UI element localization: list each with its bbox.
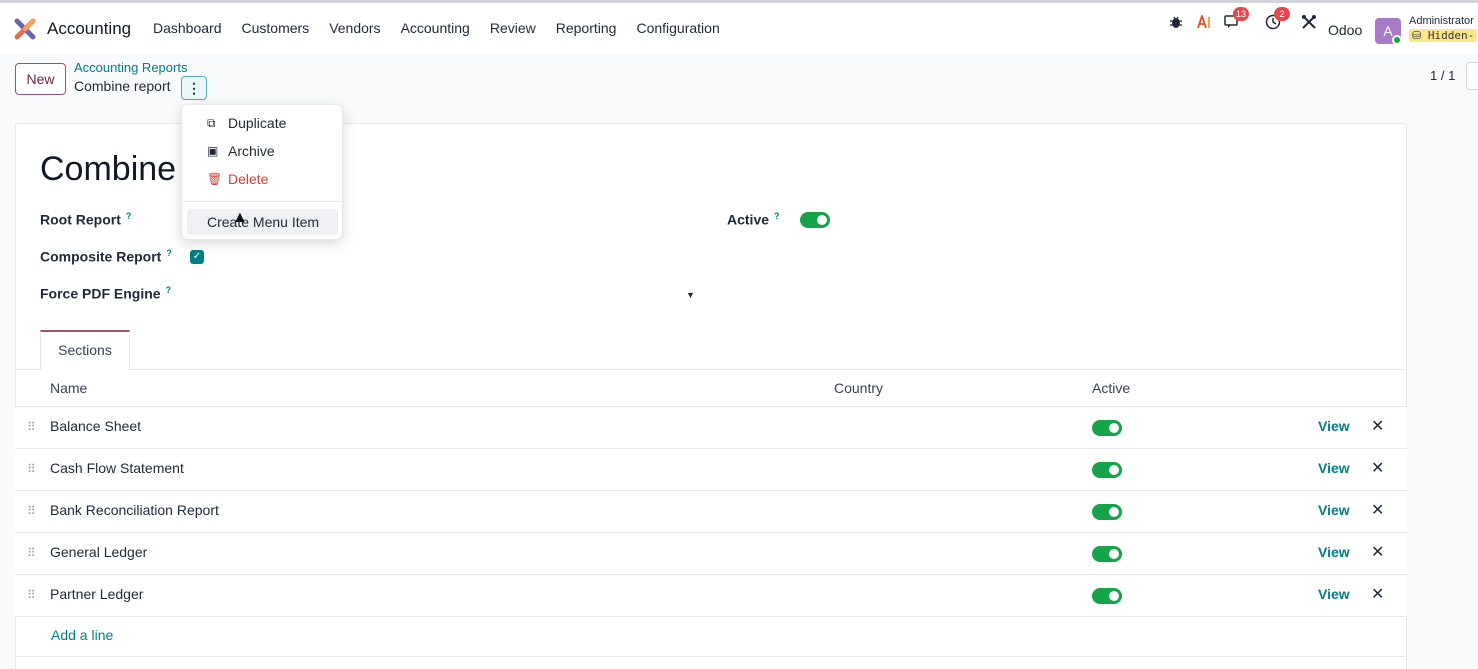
archive-icon: ▣ bbox=[207, 144, 219, 158]
messages-badge: 13 bbox=[1233, 7, 1250, 21]
view-button[interactable]: View bbox=[1318, 460, 1350, 476]
ai-icon[interactable] bbox=[1196, 13, 1214, 31]
menu-review[interactable]: Review bbox=[490, 20, 536, 36]
row-active-toggle[interactable] bbox=[1092, 462, 1122, 478]
table-header: Name Country Active bbox=[15, 370, 1407, 407]
active-label: Active? bbox=[727, 211, 780, 228]
menu-dashboard[interactable]: Dashboard bbox=[153, 20, 222, 36]
drag-handle-icon[interactable]: ⠿ bbox=[27, 420, 36, 434]
section-name[interactable]: Balance Sheet bbox=[50, 418, 141, 434]
section-name[interactable]: General Ledger bbox=[50, 544, 147, 560]
view-button[interactable]: View bbox=[1318, 586, 1350, 602]
delete-row-icon[interactable]: ✕ bbox=[1371, 542, 1384, 562]
help-icon[interactable]: ? bbox=[166, 285, 172, 295]
row-active-toggle[interactable] bbox=[1092, 588, 1122, 604]
force-pdf-engine-label: Force PDF Engine? bbox=[40, 285, 172, 302]
top-navbar: Accounting Dashboard Customers Vendors A… bbox=[0, 0, 1478, 54]
pdf-engine-dropdown-icon[interactable]: ▼ bbox=[686, 290, 695, 300]
table-row[interactable]: ⠿ Cash Flow Statement View ✕ bbox=[15, 449, 1407, 491]
column-active[interactable]: Active bbox=[1092, 380, 1130, 396]
table-row[interactable]: ⠿ Bank Reconciliation Report View ✕ bbox=[15, 491, 1407, 533]
drag-handle-icon[interactable]: ⠿ bbox=[27, 462, 36, 476]
column-country[interactable]: Country bbox=[834, 380, 883, 396]
menu-item-archive[interactable]: ▣ Archive bbox=[182, 139, 342, 165]
bug-icon[interactable] bbox=[1167, 13, 1185, 31]
trash-icon: 🗑 bbox=[207, 172, 223, 186]
copy-icon: ⧉ bbox=[207, 116, 216, 130]
root-report-label: Root Report? bbox=[40, 211, 132, 228]
activities-icon[interactable]: 2 bbox=[1264, 7, 1290, 31]
messages-icon[interactable]: 13 bbox=[1223, 7, 1250, 31]
actions-dropdown: ⧉ Duplicate ▣ Archive 🗑 Delete Create Me… bbox=[181, 104, 343, 240]
table-row[interactable]: ⠿ General Ledger View ✕ bbox=[15, 533, 1407, 575]
breadcrumb-current: Combine report bbox=[74, 78, 171, 94]
actions-menu-button[interactable]: ⋮ bbox=[181, 76, 207, 100]
column-name[interactable]: Name bbox=[50, 380, 87, 396]
drag-handle-icon[interactable]: ⠿ bbox=[27, 504, 36, 518]
menu-customers[interactable]: Customers bbox=[242, 20, 310, 36]
help-icon[interactable]: ? bbox=[166, 248, 172, 258]
add-line-link[interactable]: Add a line bbox=[51, 627, 113, 643]
drag-handle-icon[interactable]: ⠿ bbox=[27, 588, 36, 602]
dropdown-divider bbox=[182, 201, 342, 202]
help-icon[interactable]: ? bbox=[774, 211, 780, 221]
company-switcher[interactable]: Odoo bbox=[1328, 22, 1362, 38]
menu-configuration[interactable]: Configuration bbox=[636, 20, 719, 36]
view-button[interactable]: View bbox=[1318, 418, 1350, 434]
menu-vendors[interactable]: Vendors bbox=[329, 20, 380, 36]
breadcrumb-accounting-reports[interactable]: Accounting Reports bbox=[74, 60, 187, 75]
menu-item-create-menu-item[interactable]: Create Menu Item bbox=[187, 209, 338, 235]
new-button[interactable]: New bbox=[15, 63, 66, 95]
delete-row-icon[interactable]: ✕ bbox=[1371, 584, 1384, 604]
add-line-row bbox=[15, 616, 1407, 657]
active-toggle[interactable] bbox=[800, 212, 830, 228]
app-name[interactable]: Accounting bbox=[47, 19, 131, 39]
tools-icon[interactable] bbox=[1300, 13, 1318, 31]
database-badge: ⛁ Hidden- bbox=[1409, 29, 1478, 42]
app-logo-icon[interactable] bbox=[14, 18, 36, 40]
row-active-toggle[interactable] bbox=[1092, 504, 1122, 520]
tab-sections[interactable]: Sections bbox=[40, 330, 130, 370]
pager-value[interactable]: 1 / 1 bbox=[1430, 68, 1455, 83]
page-title[interactable]: Combine bbox=[40, 150, 176, 189]
row-active-toggle[interactable] bbox=[1092, 420, 1122, 436]
section-name[interactable]: Cash Flow Statement bbox=[50, 460, 184, 476]
section-name[interactable]: Partner Ledger bbox=[50, 586, 143, 602]
view-button[interactable]: View bbox=[1318, 502, 1350, 518]
row-active-toggle[interactable] bbox=[1092, 546, 1122, 562]
vertical-dots-icon: ⋮ bbox=[187, 80, 201, 96]
delete-row-icon[interactable]: ✕ bbox=[1371, 416, 1384, 436]
table-row[interactable]: ⠿ Partner Ledger View ✕ bbox=[15, 575, 1407, 617]
composite-report-label: Composite Report? bbox=[40, 248, 172, 265]
main-menu: Dashboard Customers Vendors Accounting R… bbox=[153, 20, 720, 36]
delete-row-icon[interactable]: ✕ bbox=[1371, 500, 1384, 520]
user-name[interactable]: Administrator bbox=[1409, 15, 1474, 27]
table-row[interactable]: ⠿ Balance Sheet View ✕ bbox=[15, 407, 1407, 449]
online-status-dot bbox=[1392, 35, 1402, 45]
menu-item-duplicate[interactable]: ⧉ Duplicate bbox=[182, 111, 342, 137]
menu-accounting[interactable]: Accounting bbox=[401, 20, 470, 36]
pager-next-button[interactable] bbox=[1466, 62, 1478, 90]
delete-row-icon[interactable]: ✕ bbox=[1371, 458, 1384, 478]
help-icon[interactable]: ? bbox=[126, 211, 132, 221]
mouse-cursor-icon: ▲ bbox=[232, 209, 248, 226]
composite-report-checkbox[interactable]: ✓ bbox=[190, 250, 204, 264]
section-name[interactable]: Bank Reconciliation Report bbox=[50, 502, 219, 518]
drag-handle-icon[interactable]: ⠿ bbox=[27, 546, 36, 560]
activities-badge: 2 bbox=[1274, 7, 1290, 21]
view-button[interactable]: View bbox=[1318, 544, 1350, 560]
database-name: Hidden- bbox=[1427, 29, 1475, 42]
menu-reporting[interactable]: Reporting bbox=[556, 20, 617, 36]
menu-item-delete[interactable]: 🗑 Delete bbox=[182, 167, 342, 193]
